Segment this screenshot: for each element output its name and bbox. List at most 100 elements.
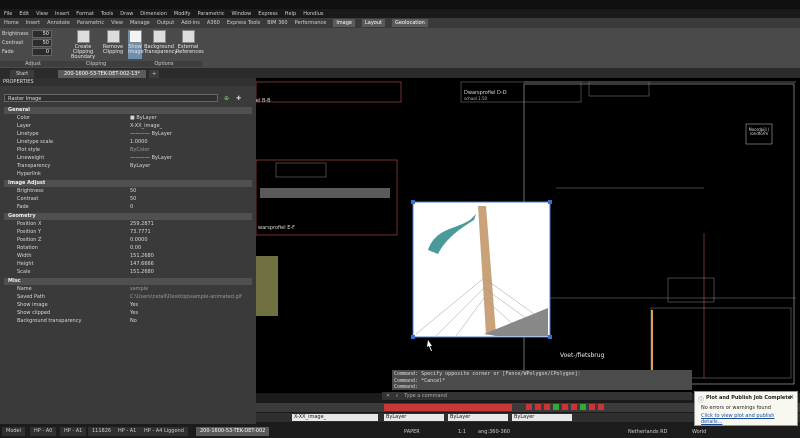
layout-tab[interactable]: HP - A1	[114, 427, 141, 436]
prop-row[interactable]: Background transparency No	[4, 317, 252, 325]
create-clipping-boundary-button[interactable]: Create Clipping Boundary	[68, 30, 98, 60]
linetype-dropdown[interactable]: ByLayer	[448, 414, 508, 421]
menu-item[interactable]: Express	[258, 11, 278, 17]
region-readout[interactable]: Netherlands RD	[628, 429, 667, 435]
tab-parametric[interactable]: Parametric	[77, 20, 104, 26]
external-references-button[interactable]: External References	[176, 30, 204, 55]
tab-image[interactable]: Image	[333, 19, 355, 27]
tab-insert[interactable]: Insert	[26, 20, 40, 26]
tool-icon[interactable]	[589, 404, 595, 410]
prop-row[interactable]: Brightness 50	[4, 187, 252, 195]
menu-item[interactable]: Dimension	[140, 11, 167, 17]
tab-geolocation[interactable]: Geolocation	[391, 19, 428, 27]
menu-item[interactable]: View	[36, 11, 48, 17]
world-readout[interactable]: World	[692, 429, 706, 435]
section-geometry[interactable]: Geometry	[4, 213, 252, 220]
drawing-canvas[interactable]: Dwarsprofiel D-D schaal 1:50 el B-B wars…	[255, 78, 800, 393]
section-general[interactable]: General	[4, 107, 252, 114]
layout-tab[interactable]: Model	[2, 427, 26, 436]
color-bylayer-dropdown[interactable]: ByLayer	[384, 414, 444, 421]
scale-readout[interactable]: 1:1	[458, 429, 466, 435]
prop-row[interactable]: Width 151.2680	[4, 252, 252, 260]
command-close-icon[interactable]: ✕	[382, 393, 390, 399]
contrast-field[interactable]: 50	[32, 38, 52, 47]
tool-icon[interactable]	[544, 404, 550, 410]
select-objects-icon[interactable]: ✚	[236, 95, 241, 102]
section-misc[interactable]: Misc	[4, 278, 252, 285]
lineweight-dropdown[interactable]: ByLayer	[512, 414, 572, 421]
tab-bim360[interactable]: BIM 360	[267, 20, 287, 26]
notification-link[interactable]: Click to view plot and publish details..…	[701, 413, 797, 425]
prop-row[interactable]: Transparency ByLayer	[4, 162, 252, 170]
tool-icon[interactable]	[526, 404, 532, 410]
tool-icon[interactable]	[571, 404, 577, 410]
prop-row[interactable]: Contrast 50	[4, 195, 252, 203]
prop-row[interactable]: Show clipped Yes	[4, 309, 252, 317]
notification-balloon[interactable]: ⓘ Plot and Publish Job Complete ✕ No err…	[694, 391, 798, 426]
menu-item[interactable]: Edit	[19, 11, 29, 17]
prop-row[interactable]: Linetype ———— ByLayer	[4, 130, 252, 138]
layer-dropdown[interactable]: X-XX_image_	[292, 414, 378, 421]
tab-express-tools[interactable]: Express Tools	[227, 20, 260, 26]
tool-icon[interactable]	[598, 404, 604, 410]
prop-row[interactable]: Hyperlink	[4, 170, 252, 178]
remove-clipping-button[interactable]: Remove Clipping	[102, 30, 124, 55]
tab-add-ins[interactable]: Add-ins	[181, 20, 200, 26]
color-dropdown[interactable]	[384, 404, 512, 411]
prop-row[interactable]: Color ■ ByLayer	[4, 114, 252, 122]
background-transparency-button[interactable]: Background Transparency	[144, 30, 177, 55]
prop-row[interactable]: Height 147.6666	[4, 260, 252, 268]
close-icon[interactable]: ✕	[789, 394, 794, 401]
menu-item[interactable]: Insert	[55, 11, 69, 17]
section-image-adjust[interactable]: Image Adjust	[4, 180, 252, 187]
start-tab[interactable]: Start	[10, 70, 35, 78]
menu-item[interactable]: Help	[285, 11, 296, 17]
prop-row[interactable]: Position Z 0.0000	[4, 236, 252, 244]
layout-tab[interactable]: HP - A1	[60, 427, 87, 436]
tab-annotate[interactable]: Annotate	[47, 20, 70, 26]
quick-select-icon[interactable]: ⊕	[224, 95, 229, 102]
prop-row[interactable]: Rotation 0.00	[4, 244, 252, 252]
prop-row[interactable]: Position X 259.2871	[4, 220, 252, 228]
tool-icon[interactable]	[562, 404, 568, 410]
prop-row[interactable]: Show image Yes	[4, 301, 252, 309]
layout-tab[interactable]: HP - A4 Liggend	[140, 427, 188, 436]
tool-icon[interactable]	[553, 404, 559, 410]
prop-row[interactable]: Layer X-XX_image_	[4, 122, 252, 130]
prop-row[interactable]: Lineweight ———— ByLayer	[4, 154, 252, 162]
tab-a360[interactable]: A360	[207, 20, 220, 26]
show-image-button[interactable]: Show Image	[128, 30, 144, 59]
layout-tab-active[interactable]: 200-1600-53-TEK-DET-002	[196, 427, 270, 436]
tab-performance[interactable]: Performance	[295, 20, 327, 26]
drawing-tab[interactable]: 200-1600-53-TEK-DET-002-13*	[58, 70, 146, 78]
layout-tab[interactable]: 111826	[88, 427, 116, 436]
tool-icon[interactable]	[535, 404, 541, 410]
prop-row[interactable]: Scale 151.2680	[4, 268, 252, 276]
prop-row[interactable]: Linetype scale 1.0000	[4, 138, 252, 146]
tab-home[interactable]: Home	[4, 20, 19, 26]
menu-item[interactable]: File	[4, 11, 12, 17]
menu-item[interactable]: Modify	[174, 11, 191, 17]
menu-item[interactable]: Format	[76, 11, 94, 17]
menu-item[interactable]: Tools	[101, 11, 113, 17]
object-type-select[interactable]: Raster Image	[4, 94, 218, 102]
tab-output[interactable]: Output	[157, 20, 174, 26]
prop-row[interactable]: Plot style ByColor	[4, 146, 252, 154]
tab-layout[interactable]: Layout	[361, 19, 385, 27]
prop-row[interactable]: Fade 0	[4, 203, 252, 211]
menu-item[interactable]: Window	[232, 11, 252, 17]
paper-button[interactable]: PAPER	[404, 429, 420, 435]
prop-row[interactable]: Position Y 73.7771	[4, 228, 252, 236]
layout-tab[interactable]: HP - A0	[30, 427, 57, 436]
command-input[interactable]: ✕ ⌕ Type a command	[382, 392, 692, 400]
prop-row[interactable]: Saved Path C:\Users\nstall\Desktop\sample…	[4, 293, 252, 301]
tab-view[interactable]: View	[111, 20, 123, 26]
brightness-field[interactable]: 50	[32, 29, 52, 38]
menu-item[interactable]: Parametric	[197, 11, 224, 17]
fade-field[interactable]: 0	[32, 47, 52, 56]
prop-row[interactable]: Name sample	[4, 285, 252, 293]
tool-icon[interactable]	[580, 404, 586, 410]
menu-item[interactable]: Draw	[120, 11, 133, 17]
tab-manage[interactable]: Manage	[130, 20, 150, 26]
new-tab-button[interactable]: +	[149, 70, 160, 78]
